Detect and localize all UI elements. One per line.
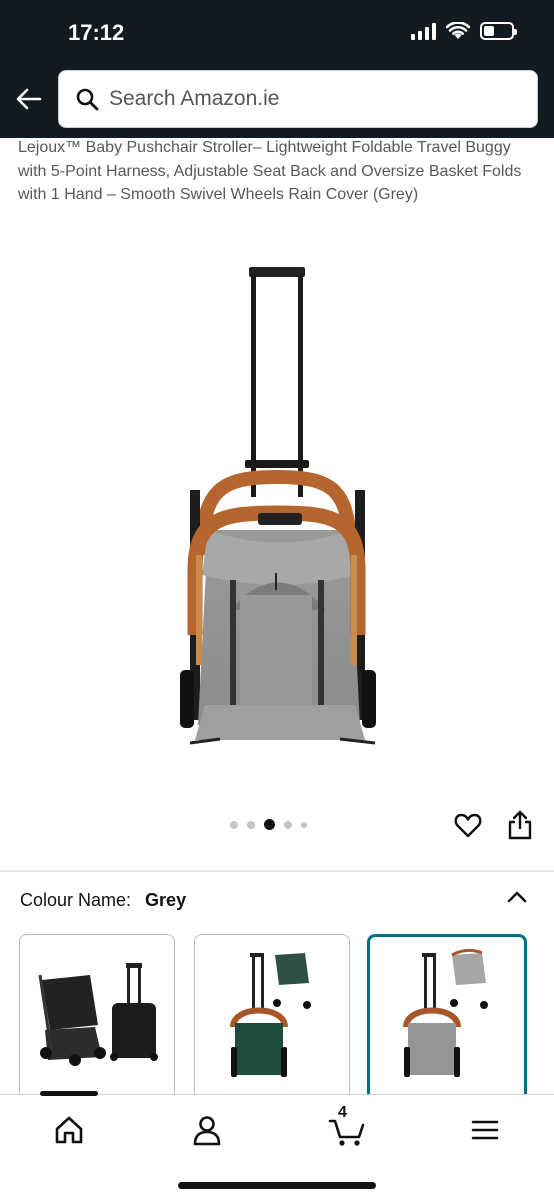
status-icons xyxy=(411,22,517,40)
search-placeholder: Search Amazon.ie xyxy=(109,87,280,110)
account-icon[interactable] xyxy=(190,1113,224,1147)
heart-icon[interactable] xyxy=(454,811,482,839)
section-divider xyxy=(0,870,554,872)
menu-icon[interactable] xyxy=(468,1113,502,1147)
home-icon[interactable] xyxy=(52,1113,86,1147)
colour-swatch-grey[interactable] xyxy=(367,934,527,1104)
share-icon[interactable] xyxy=(507,810,533,840)
swatch-image xyxy=(230,953,311,1077)
chevron-up-icon[interactable] xyxy=(505,886,529,906)
colour-swatch-black[interactable] xyxy=(19,934,175,1104)
product-title[interactable]: Lejoux™ Baby Pushchair Stroller– Lightwe… xyxy=(18,136,538,207)
arrow-left-icon[interactable] xyxy=(14,84,44,114)
magnifier-icon xyxy=(76,88,99,111)
carousel-dot[interactable] xyxy=(301,821,307,828)
top-bar: 17:12 Search Amazon.ie xyxy=(0,0,554,138)
carousel-dot[interactable] xyxy=(284,820,292,829)
home-indicator[interactable] xyxy=(178,1182,376,1189)
carousel-dot-active[interactable] xyxy=(264,819,275,830)
carousel-dot[interactable] xyxy=(230,820,238,829)
colour-selector-header[interactable]: Colour Name: Grey xyxy=(20,890,186,911)
wifi-icon xyxy=(446,22,470,39)
product-image[interactable] xyxy=(150,255,410,755)
swatch-image xyxy=(38,963,158,1066)
swatch-image xyxy=(403,948,488,1077)
cart-icon[interactable] xyxy=(328,1113,366,1147)
status-time: 17:12 xyxy=(68,20,125,45)
search-input[interactable]: Search Amazon.ie xyxy=(58,70,538,128)
carousel-dot[interactable] xyxy=(247,820,255,829)
battery-icon xyxy=(480,22,517,40)
colour-label: Colour Name: xyxy=(20,890,132,910)
image-carousel-dots xyxy=(230,819,307,830)
cellular-signal-icon xyxy=(411,22,436,40)
cart-count-badge: 4 xyxy=(338,1104,347,1121)
colour-swatch-green[interactable] xyxy=(194,934,350,1104)
colour-value: Grey xyxy=(145,890,187,910)
nav-active-indicator xyxy=(40,1091,98,1096)
